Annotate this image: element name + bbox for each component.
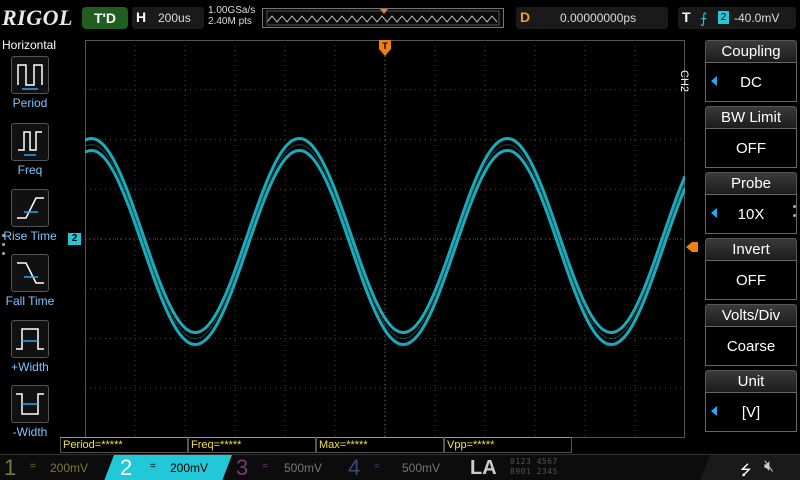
horizontal-key: H <box>136 9 147 25</box>
channel-4-status[interactable]: 4 = 500mV <box>344 455 454 480</box>
waveform-display[interactable] <box>85 40 685 438</box>
dc-coupling-icon: = <box>30 461 36 472</box>
neg-width-icon <box>11 385 49 423</box>
period-label: Period <box>12 96 48 110</box>
invert-value: OFF <box>705 260 797 300</box>
logic-analyzer-status[interactable]: LA 0123 4567 8901 2345 <box>460 455 600 480</box>
memory-waveform-preview <box>266 9 500 26</box>
coupling-softkey[interactable]: Coupling DC <box>705 40 797 102</box>
measure-freq[interactable]: Freq <box>0 123 60 187</box>
coupling-value: DC <box>705 62 797 102</box>
volts-div-softkey[interactable]: Volts/Div Coarse <box>705 304 797 366</box>
memory-depth: 2.40M pts <box>208 16 252 27</box>
left-arrow-icon <box>711 76 717 86</box>
trigger-source-badge: 2 <box>718 11 729 24</box>
trigger-level-marker[interactable] <box>686 242 698 252</box>
measurement-freq[interactable]: Freq=***** <box>188 437 316 453</box>
la-label: LA <box>470 457 497 479</box>
channel-2-scale: 200mV <box>170 461 209 475</box>
bw-limit-value: OFF <box>705 128 797 168</box>
trigger-position-marker[interactable]: T <box>379 40 391 56</box>
delay-key: D <box>520 9 531 25</box>
memory-position-bar[interactable] <box>262 8 504 28</box>
system-status: ⭍ 🔇︎ <box>700 455 800 480</box>
channel-3-number: 3 <box>236 455 249 480</box>
pos-width-icon <box>11 320 49 358</box>
menu-page-indicator <box>2 234 6 255</box>
trigger-level: -40.0mV <box>734 11 780 25</box>
dc-coupling-icon: = <box>374 461 380 472</box>
period-icon <box>11 56 49 94</box>
measure-neg-width[interactable]: -Width <box>0 385 60 449</box>
rise-time-label: Rise Time <box>3 229 57 243</box>
left-arrow-icon <box>711 208 717 218</box>
channel-3-scale: 500mV <box>284 461 323 475</box>
usb-icon: ⭍ <box>740 462 752 478</box>
freq-icon <box>11 123 49 161</box>
fall-time-label: Fall Time <box>5 294 55 308</box>
rise-time-icon <box>11 189 49 227</box>
measure-menu: Horizontal Period Freq Rise Time Fall Ti… <box>0 36 60 448</box>
volts-div-value: Coarse <box>705 326 797 366</box>
measurement-vpp[interactable]: Vpp=***** <box>444 437 572 453</box>
measure-period[interactable]: Period <box>0 56 60 120</box>
invert-softkey[interactable]: Invert OFF <box>705 238 797 300</box>
fall-time-icon <box>11 254 49 292</box>
channel-1-number: 1 <box>4 455 17 480</box>
coupling-title: Coupling <box>705 40 797 62</box>
measurement-period[interactable]: Period=***** <box>60 437 188 453</box>
horizontal-timebase[interactable]: H 200us <box>132 7 204 29</box>
rising-edge-icon: ⨍ <box>700 10 708 26</box>
trigger-settings[interactable]: T ⨍ 2 -40.0mV <box>678 7 796 29</box>
menu-page-indicator <box>793 205 796 223</box>
probe-softkey[interactable]: Probe 10X <box>705 172 797 234</box>
neg-width-label: -Width <box>12 425 48 439</box>
la-digits-row-2: 8901 2345 <box>510 467 558 476</box>
timebase-value: 200us <box>158 11 191 25</box>
unit-softkey[interactable]: Unit [V] <box>705 370 797 432</box>
probe-value: 10X <box>705 194 797 234</box>
la-digits-row-1: 0123 4567 <box>510 457 558 466</box>
top-status-bar: RIGOL T'D H 200us 1.00GSa/s 2.40M pts D … <box>0 0 800 36</box>
unit-title: Unit <box>705 370 797 392</box>
acquisition-info: 1.00GSa/s 2.40M pts <box>208 5 255 27</box>
run-status-badge[interactable]: T'D <box>82 7 128 29</box>
delay-value: 0.00000000ps <box>560 11 637 25</box>
measurement-bar: Period=***** Freq=***** Max=***** Vpp=**… <box>60 437 700 453</box>
measure-menu-title: Horizontal <box>2 38 57 52</box>
measure-rise-time[interactable]: Rise Time <box>0 189 60 253</box>
trigger-delay[interactable]: D 0.00000000ps <box>516 7 668 29</box>
bw-limit-softkey[interactable]: BW Limit OFF <box>705 106 797 168</box>
channel-3-status[interactable]: 3 = 500mV <box>232 455 344 480</box>
dc-coupling-icon: = <box>262 461 268 472</box>
volts-div-title: Volts/Div <box>705 304 797 326</box>
channel-1-scale: 200mV <box>50 461 89 475</box>
bw-limit-title: BW Limit <box>705 106 797 128</box>
channel-status-bar: 1 = 200mV 2 = 200mV 3 = 500mV 4 = 500mV … <box>0 454 800 480</box>
channel-2-number: 2 <box>120 455 133 480</box>
trigger-key: T <box>682 9 691 25</box>
pos-width-label: +Width <box>11 360 49 374</box>
freq-label: Freq <box>17 163 43 177</box>
ch2-offset-marker[interactable]: 2 <box>68 233 81 245</box>
probe-title: Probe <box>705 172 797 194</box>
measure-fall-time[interactable]: Fall Time <box>0 254 60 318</box>
measure-pos-width[interactable]: +Width <box>0 320 60 384</box>
dc-coupling-icon: = <box>150 461 156 472</box>
svg-text:T: T <box>382 41 388 51</box>
invert-title: Invert <box>705 238 797 260</box>
channel-1-status[interactable]: 1 = 200mV <box>0 455 114 480</box>
brand-logo: RIGOL <box>2 5 73 30</box>
channel-4-scale: 500mV <box>402 461 441 475</box>
left-arrow-icon <box>711 406 717 416</box>
channel-2-status[interactable]: 2 = 200mV <box>104 455 232 480</box>
la-channel-digits: 0123 4567 8901 2345 <box>510 457 600 477</box>
channel-4-number: 4 <box>348 455 361 480</box>
measurement-max[interactable]: Max=***** <box>316 437 444 453</box>
channel-menu-label: CH2 <box>678 70 690 93</box>
sample-rate: 1.00GSa/s <box>208 5 256 16</box>
channel-menu: Coupling DC BW Limit OFF Probe 10X Inver… <box>703 40 800 432</box>
speaker-mute-icon[interactable]: 🔇︎ <box>764 458 774 476</box>
unit-value: [V] <box>705 392 797 432</box>
